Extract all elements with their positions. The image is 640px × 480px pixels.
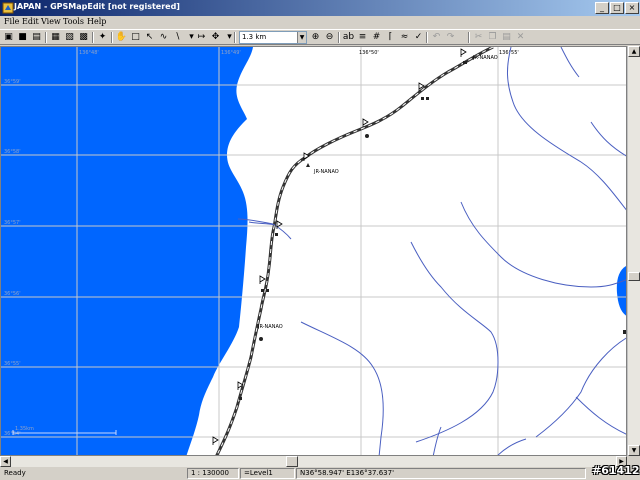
app-icon <box>2 2 14 14</box>
watermark: #61412 <box>592 464 640 477</box>
copy-icon[interactable]: ❐ <box>486 31 499 44</box>
zoom-rect-icon[interactable]: □ <box>129 31 142 44</box>
export-icon[interactable]: ▧ <box>63 31 76 44</box>
lon-label: 136°48' <box>79 50 99 56</box>
scroll-left-icon[interactable]: ◀ <box>0 456 11 467</box>
zoom-out-icon[interactable]: ⊖ <box>323 31 336 44</box>
horizontal-scrollbar[interactable]: ◀ ▶ <box>0 456 627 467</box>
zoom-in-icon[interactable]: ⊕ <box>309 31 322 44</box>
status-level: =Level1 <box>240 468 295 479</box>
lat-label: 36°57' <box>4 220 21 226</box>
railway-line <box>215 47 494 455</box>
open-icon[interactable]: ▣ <box>2 31 15 44</box>
chevron-down-icon[interactable]: ▼ <box>297 32 306 43</box>
transform-icon[interactable]: ✥ <box>209 31 222 44</box>
scale-icon[interactable]: ≡ <box>356 31 369 44</box>
zoom-select[interactable]: 1.3 km ▼ <box>239 31 307 44</box>
zoom-value: 1.3 km <box>242 33 267 41</box>
lat-label: 36°55' <box>4 361 21 367</box>
grid-icon[interactable]: # <box>370 31 383 44</box>
status-scale: 1 : 130000 <box>187 468 239 479</box>
rivers <box>237 47 626 455</box>
title-bar: JAPAN - GPSMapEdit [not registered] _ □ … <box>0 0 640 16</box>
undo-icon[interactable]: ↶ <box>430 31 443 44</box>
scroll-thumb[interactable] <box>286 456 298 467</box>
redo-icon[interactable]: ↷ <box>444 31 457 44</box>
save-icon[interactable]: ■ <box>16 31 29 44</box>
edit-nodes-icon[interactable]: ∿ <box>157 31 170 44</box>
station-flags <box>212 48 467 445</box>
map-canvas[interactable]: 36°59' 36°58' 36°57' 36°56' 36°55' 36°54… <box>0 46 627 456</box>
menu-tools[interactable]: Tools <box>63 17 84 26</box>
window-title: JAPAN - GPSMapEdit [not registered] <box>14 2 180 11</box>
station-label: JR-NANAO <box>472 55 498 61</box>
lat-label: 36°56' <box>4 291 21 297</box>
lon-label: 136°50' <box>359 50 379 56</box>
status-bar: Ready 1 : 130000 =Level1 N36°58.947' E13… <box>0 467 640 480</box>
cut-icon[interactable]: ✂ <box>472 31 485 44</box>
attach-icon[interactable]: ⌈ <box>384 31 397 44</box>
tracks-icon[interactable]: ≈ <box>398 31 411 44</box>
menu-file[interactable]: File <box>4 17 19 26</box>
station-label: JR-NANAO <box>257 324 283 330</box>
status-ready: Ready <box>4 469 26 477</box>
scroll-up-icon[interactable]: ▲ <box>628 46 640 57</box>
properties-icon[interactable]: ▩ <box>77 31 90 44</box>
close-button[interactable]: × <box>625 2 639 14</box>
paste-icon[interactable]: ▤ <box>500 31 513 44</box>
maximize-button[interactable]: □ <box>610 2 624 14</box>
import-icon[interactable]: ▦ <box>49 31 62 44</box>
labels-icon[interactable]: ab <box>342 31 355 44</box>
routes-icon[interactable]: ✓ <box>412 31 425 44</box>
select-icon[interactable]: ↖ <box>143 31 156 44</box>
sea-area <box>1 47 253 455</box>
hand-icon[interactable]: ✋ <box>115 31 128 44</box>
menu-edit[interactable]: Edit <box>22 17 39 26</box>
delete-icon[interactable]: ✕ <box>514 31 527 44</box>
scale-label: 1.35km <box>15 426 34 432</box>
map-svg: 36°59' 36°58' 36°57' 36°56' 36°55' 36°54… <box>1 47 626 455</box>
measure-icon[interactable]: ↦ <box>195 31 208 44</box>
vertical-scrollbar[interactable]: ▲ ▼ <box>627 46 640 456</box>
menu-bar: File Edit View Tools Help <box>0 16 640 29</box>
toolbar: ▣ ■ ▤ ▦ ▧ ▩ ✦ ✋ □ ↖ ∿ ∖ ▾ ↦ ✥ ▾ 1.3 km ▼… <box>0 29 640 45</box>
lat-label: 36°58' <box>4 149 21 155</box>
save-as-icon[interactable]: ▤ <box>30 31 43 44</box>
create-object-icon[interactable]: ∖ <box>171 31 184 44</box>
scroll-down-icon[interactable]: ▼ <box>628 445 640 456</box>
poi-icons <box>239 61 626 400</box>
lon-label: 136°49' <box>221 50 241 56</box>
app-window: JAPAN - GPSMapEdit [not registered] _ □ … <box>0 0 640 480</box>
lat-label: 36°59' <box>4 79 21 85</box>
station-label: JR-NANAO <box>313 169 339 175</box>
status-coordinates: N36°58.947' E136°37.637' <box>296 468 586 479</box>
menu-view[interactable]: View <box>41 17 61 26</box>
menu-help[interactable]: Help <box>87 17 106 26</box>
lake-area <box>616 266 626 316</box>
scroll-thumb[interactable] <box>628 272 640 281</box>
gps-icon[interactable]: ✦ <box>96 31 109 44</box>
minimize-button[interactable]: _ <box>595 2 609 14</box>
